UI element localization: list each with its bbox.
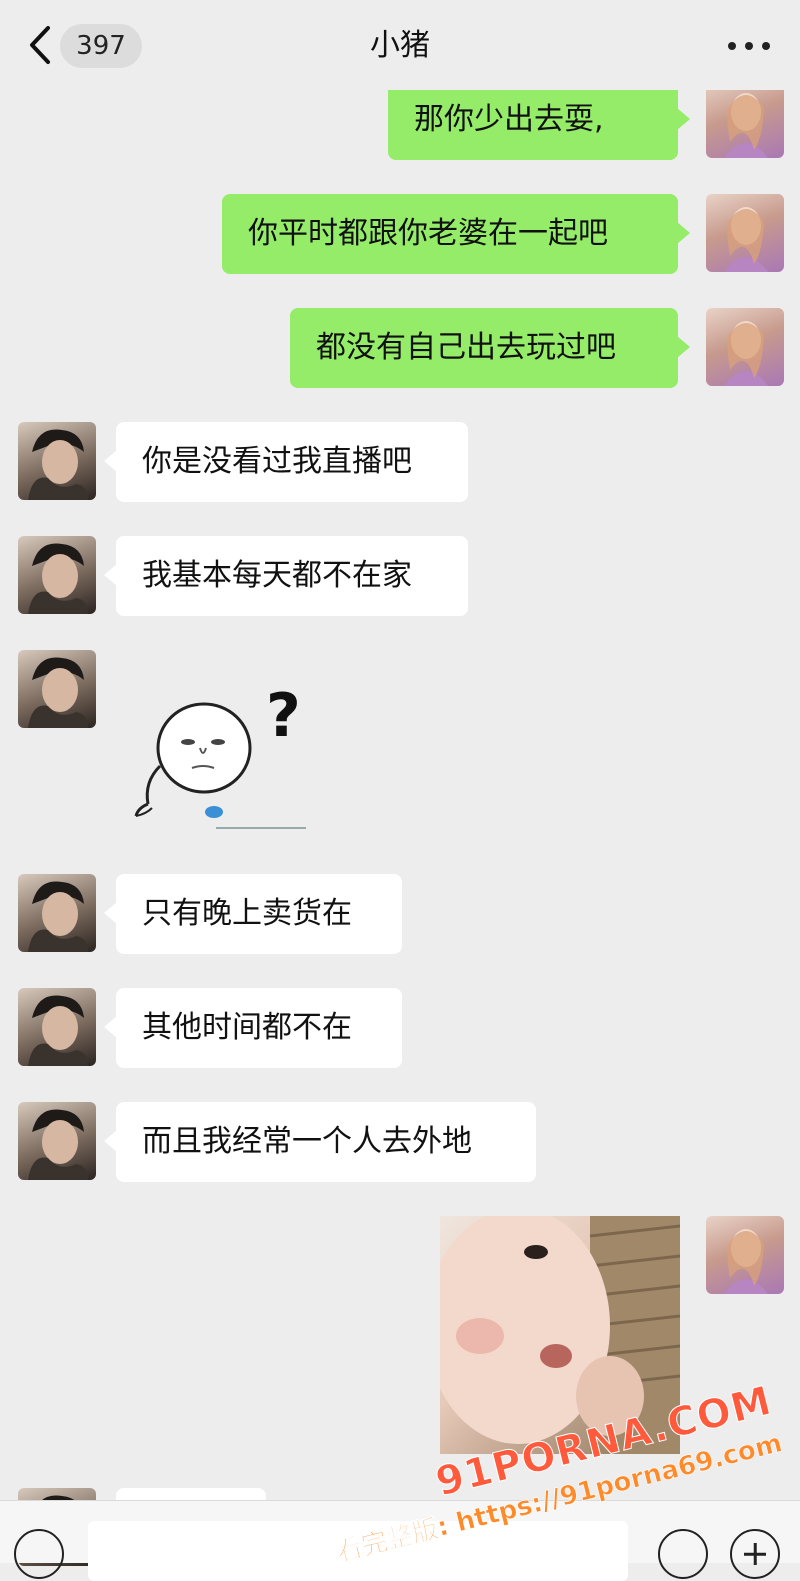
message-bubble-received[interactable]: 我基本每天都不在家 — [104, 536, 468, 616]
contact-avatar[interactable] — [18, 874, 96, 952]
my-avatar[interactable] — [706, 80, 784, 158]
message-row: ? — [0, 650, 800, 850]
confused-face-sticker[interactable]: ? — [126, 686, 316, 836]
message-bubble-sent[interactable]: 你平时都跟你老婆在一起吧 — [222, 194, 690, 274]
message-bubble-sent[interactable]: 都没有自己出去玩过吧 — [290, 308, 690, 388]
more-options-icon[interactable] — [728, 42, 770, 52]
my-avatar[interactable] — [706, 308, 784, 386]
sticker-question-mark: ? — [266, 681, 301, 751]
my-avatar[interactable] — [706, 1216, 784, 1294]
contact-avatar[interactable] — [18, 988, 96, 1066]
contact-avatar[interactable] — [18, 536, 96, 614]
plus-icon[interactable] — [730, 1529, 780, 1579]
message-bubble-received[interactable]: 其他时间都不在 — [104, 988, 402, 1068]
contact-avatar[interactable] — [18, 650, 96, 728]
message-bubble-received[interactable]: 你是没看过我直播吧 — [104, 422, 468, 502]
message-bubble-received[interactable]: 只有晚上卖货在 — [104, 874, 402, 954]
contact-avatar[interactable] — [18, 1102, 96, 1180]
chat-title: 小猪 — [370, 28, 430, 63]
emoji-icon[interactable] — [658, 1529, 708, 1579]
chat-header: 397 小猪 — [0, 0, 800, 90]
message-bubble-sent[interactable]: 那你少出去耍, — [388, 80, 690, 160]
voice-input-icon[interactable] — [14, 1529, 64, 1579]
my-avatar[interactable] — [706, 194, 784, 272]
message-bubble-received[interactable]: 而且我经常一个人去外地 — [104, 1102, 536, 1182]
contact-avatar[interactable] — [18, 422, 96, 500]
